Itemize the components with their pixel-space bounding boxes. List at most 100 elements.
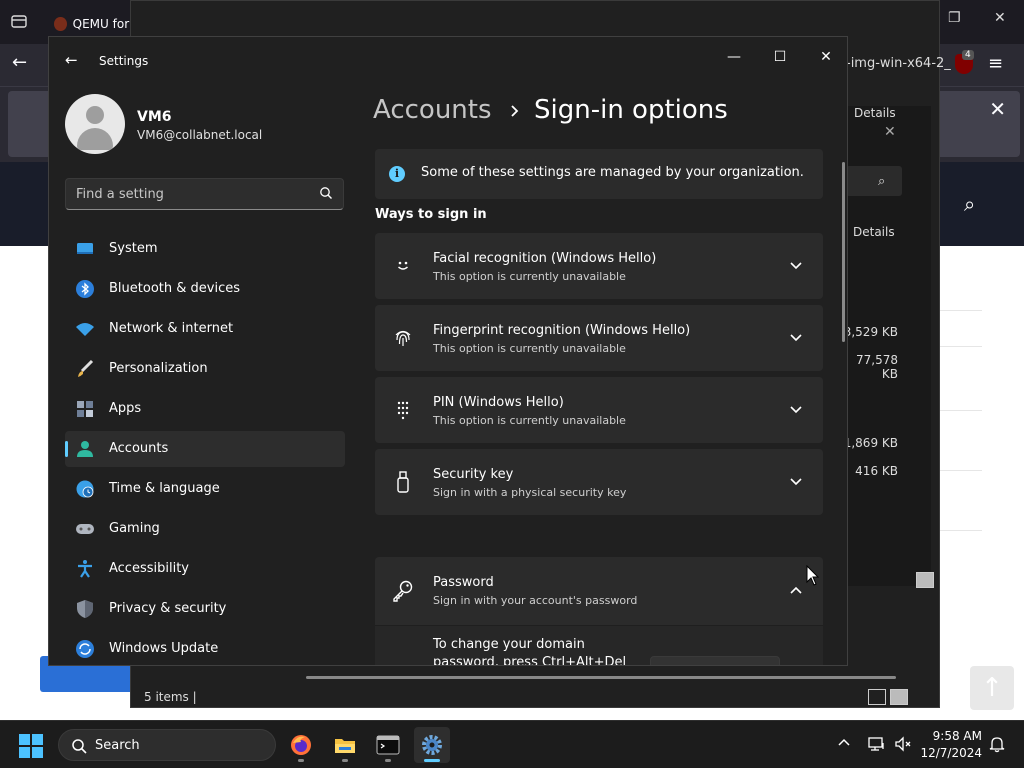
network-icon[interactable]	[868, 735, 886, 753]
option-title: Password	[433, 575, 494, 590]
notification-bell-icon[interactable]	[988, 735, 1006, 753]
back-arrow-icon[interactable]: ←	[12, 52, 27, 73]
taskbar-app-firefox[interactable]	[283, 727, 319, 763]
chevron-down-icon[interactable]	[789, 404, 803, 416]
taskbar-app-file-explorer[interactable]	[327, 727, 363, 763]
sidebar-item-label: Bluetooth & devices	[109, 281, 240, 296]
clock-date[interactable]: 12/7/2024	[920, 746, 982, 760]
horizontal-scrollbar[interactable]	[306, 676, 896, 679]
gamepad-icon	[75, 519, 95, 539]
search-input[interactable]	[65, 178, 344, 210]
tab-list-icon[interactable]	[10, 12, 28, 30]
close-icon[interactable]: ✕	[989, 97, 1006, 121]
signin-option-pin[interactable]: PIN (Windows Hello) This option is curre…	[375, 377, 823, 443]
sidebar-item-privacy-security[interactable]: Privacy & security	[65, 591, 345, 627]
sidebar-nav: System Bluetooth & devices Network & int…	[65, 231, 345, 665]
option-subtitle: This option is currently unavailable	[433, 414, 626, 427]
menu-icon[interactable]: ≡	[988, 53, 1003, 74]
details-view-icon[interactable]	[868, 689, 886, 705]
taskbar-app-terminal[interactable]	[370, 727, 406, 763]
mouse-cursor-icon	[806, 565, 820, 586]
running-indicator	[342, 759, 348, 762]
search-icon: ⌕	[878, 174, 886, 189]
avatar-body-shape	[77, 128, 113, 150]
sidebar-item-bluetooth[interactable]: Bluetooth & devices	[65, 271, 345, 307]
minimize-icon[interactable]: —	[711, 43, 757, 71]
maximize-icon[interactable]: ☐	[757, 43, 803, 71]
option-subtitle: This option is currently unavailable	[433, 270, 626, 283]
sidebar-item-label: Personalization	[109, 361, 208, 376]
chevron-up-icon[interactable]	[789, 584, 803, 596]
sidebar-item-windows-update[interactable]: Windows Update	[65, 631, 345, 665]
section-heading: Ways to sign in	[375, 207, 487, 222]
restore-icon[interactable]: ❐	[948, 10, 961, 26]
windows-start-icon[interactable]	[18, 733, 44, 759]
sidebar-item-label: Accessibility	[109, 561, 189, 576]
signin-option-password[interactable]: Password Sign in with your account's pas…	[375, 557, 823, 625]
file-explorer-icon	[335, 739, 355, 753]
fingerprint-icon	[395, 330, 411, 346]
settings-titlebar: ← Settings — ☐ ✕	[49, 37, 847, 85]
taskbar: Search 9:58 AM 12/7/2024	[0, 720, 1024, 768]
sidebar-item-accessibility[interactable]: Accessibility	[65, 551, 345, 587]
signin-option-fingerprint[interactable]: Fingerprint recognition (Windows Hello) …	[375, 305, 823, 371]
page-title: Sign-in options	[534, 95, 728, 125]
wifi-icon	[75, 319, 95, 339]
search-icon[interactable]: ⌕	[964, 192, 975, 216]
pin-keypad-icon	[397, 401, 409, 420]
scrollbar[interactable]	[842, 162, 845, 342]
volume-muted-icon[interactable]	[894, 735, 912, 753]
chevron-down-icon[interactable]	[789, 476, 803, 488]
close-icon[interactable]: ✕	[803, 43, 847, 71]
chevron-up-icon[interactable]	[837, 737, 851, 747]
back-arrow-icon[interactable]: ←	[65, 51, 78, 69]
sidebar-item-personalization[interactable]: Personalization	[65, 351, 345, 387]
tiles-view-icon[interactable]	[890, 689, 908, 705]
details-toggle[interactable]: Details	[854, 106, 896, 120]
taskbar-search[interactable]: Search	[58, 729, 276, 761]
signin-option-security-key[interactable]: Security key Sign in with a physical sec…	[375, 449, 823, 515]
clock-time[interactable]: 9:58 AM	[920, 729, 982, 743]
avatar[interactable]	[65, 94, 125, 154]
key-icon	[393, 580, 413, 602]
sidebar-item-gaming[interactable]: Gaming	[65, 511, 345, 547]
option-title: Fingerprint recognition (Windows Hello)	[433, 323, 691, 338]
bluetooth-icon	[75, 279, 95, 299]
sidebar-item-label: Accounts	[109, 441, 169, 456]
terminal-icon	[376, 735, 400, 755]
sidebar-item-network[interactable]: Network & internet	[65, 311, 345, 347]
explorer-address-text: -img-win-x64-2_	[846, 56, 951, 71]
sidebar-item-apps[interactable]: Apps	[65, 391, 345, 427]
close-icon[interactable]: ✕	[884, 124, 896, 140]
clock-globe-icon	[75, 479, 95, 499]
taskbar-app-settings[interactable]	[414, 727, 450, 763]
search-icon	[72, 739, 87, 754]
sidebar-item-accounts[interactable]: Accounts	[65, 431, 345, 467]
breadcrumb-parent[interactable]: Accounts	[373, 95, 492, 125]
option-title: Facial recognition (Windows Hello)	[433, 251, 657, 266]
change-password-button[interactable]: Change	[650, 656, 780, 665]
profile-email: VM6@collabnet.local	[137, 128, 263, 142]
sidebar-item-label: Privacy & security	[109, 601, 227, 616]
sidebar-item-label: Gaming	[109, 521, 160, 536]
info-banner: i Some of these settings are managed by …	[375, 149, 823, 199]
profile-name: VM6	[137, 109, 172, 125]
sidebar-item-label: Network & internet	[109, 321, 234, 336]
signin-option-facial[interactable]: Facial recognition (Windows Hello) This …	[375, 233, 823, 299]
chevron-down-icon[interactable]	[789, 332, 803, 344]
window-title: Settings	[99, 54, 149, 68]
details-column-header[interactable]: Details	[853, 225, 895, 239]
scroll-to-top-button[interactable]: ↑	[970, 666, 1014, 710]
sidebar-item-label: System	[109, 241, 158, 256]
sidebar-item-system[interactable]: System	[65, 231, 345, 267]
explorer-search-box[interactable]	[846, 166, 902, 196]
close-icon[interactable]: ✕	[994, 10, 1006, 26]
preview-pane-icon[interactable]	[916, 572, 934, 588]
search-icon[interactable]	[319, 186, 333, 200]
system-icon	[75, 239, 95, 259]
active-indicator	[424, 759, 440, 762]
chevron-down-icon[interactable]	[789, 260, 803, 272]
sidebar-item-time-language[interactable]: Time & language	[65, 471, 345, 507]
running-indicator	[385, 759, 391, 762]
settings-icon	[422, 735, 442, 755]
